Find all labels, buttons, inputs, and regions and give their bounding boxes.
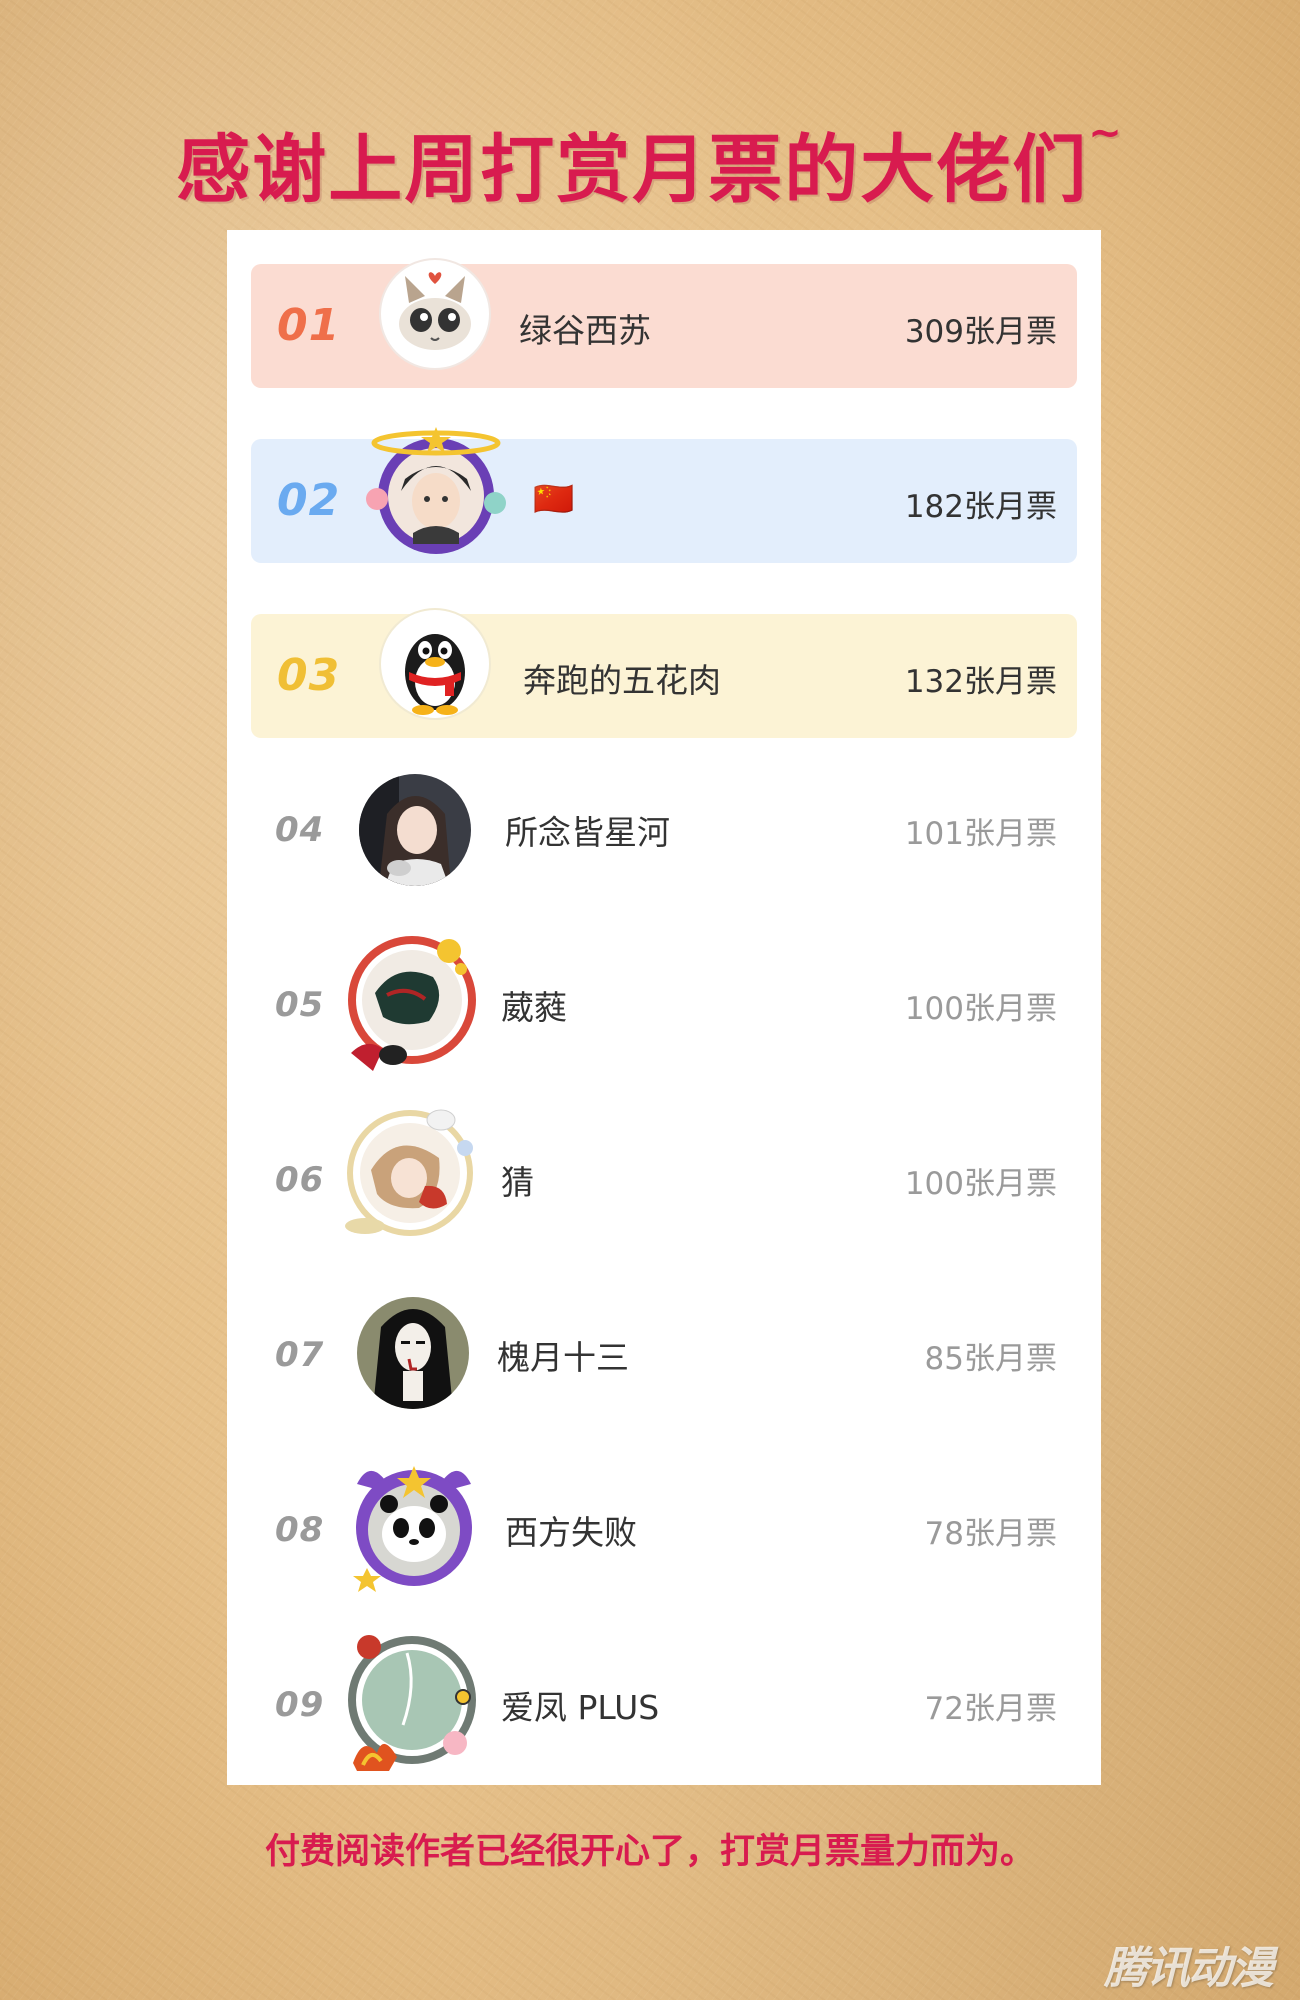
vote-count: 72张月票 [924,1691,1057,1727]
vote-count: 78张月票 [924,1516,1057,1552]
vote-count: 132张月票 [904,664,1057,700]
rank-number: 01 [277,300,341,351]
username: 所念皆星河 [505,813,670,852]
ranking-row-4[interactable]: 04 所念皆星河 101张月票 [251,766,1077,890]
girl-drawing-avatar-icon [357,1297,469,1409]
decorated-avatar-icon [335,1098,485,1248]
username: 槐月十三 [497,1338,629,1377]
vote-count: 85张月票 [924,1341,1057,1377]
ranking-row-5[interactable]: 05 葳蕤 100张月票 [251,936,1077,1071]
ranking-row-8[interactable]: 08 西方失败 78张月票 [251,1466,1077,1592]
rank-number: 09 [275,1685,325,1725]
username: 🇨🇳 [533,479,575,518]
title-text: 感谢上周打赏月票的大佬们 [176,127,1089,213]
username: 奔跑的五花肉 [523,661,721,700]
title-suffix: ~ [1088,110,1124,156]
vote-count: 100张月票 [904,1166,1057,1202]
rank-number: 07 [275,1335,325,1375]
ranking-panel: 01 绿谷西苏 309张月票 02 🇨🇳 182张月票 03 奔跑的五花肉 13… [227,230,1101,1785]
qq-penguin-avatar-icon [379,608,491,720]
ranking-row-1[interactable]: 01 绿谷西苏 309张月票 [251,258,1077,388]
anime-boy-avatar-icon [361,421,511,571]
panda-avatar-icon [339,1450,489,1600]
username: 西方失败 [505,1513,637,1552]
rank-number: 03 [277,650,341,701]
ranking-row-3[interactable]: 03 奔跑的五花肉 132张月票 [251,608,1077,738]
vote-count: 182张月票 [904,489,1057,525]
vote-count: 100张月票 [904,991,1057,1027]
ranking-row-9[interactable]: 09 爱凤 PLUS 72张月票 [251,1635,1077,1771]
cat-avatar-icon [379,258,491,370]
rank-number: 05 [275,985,325,1025]
rank-number: 04 [275,810,325,850]
vote-count: 309张月票 [904,314,1057,350]
username: 爱凤 PLUS [501,1688,660,1727]
ranking-row-7[interactable]: 07 槐月十三 85张月票 [251,1291,1077,1415]
rank-number: 08 [275,1510,325,1550]
rank-number: 02 [277,475,341,526]
username: 绿谷西苏 [519,311,651,350]
page-title: 感谢上周打赏月票的大佬们~ [0,110,1300,217]
footer-note: 付费阅读作者已经很开心了，打赏月票量力而为。 [264,1832,1035,1872]
username: 葳蕤 [501,988,567,1027]
vote-count: 101张月票 [904,816,1057,852]
poster-page: { "title": "感谢上周打赏月票的大佬们", "title_suffix… [0,0,1300,2000]
decorated-avatar-icon [337,925,487,1075]
ranking-row-2[interactable]: 02 🇨🇳 182张月票 [251,427,1077,563]
username: 猜 [501,1163,534,1202]
rank-number: 06 [275,1160,325,1200]
watermark-logo: 腾讯动漫 [1104,1943,1274,1994]
decorated-avatar-icon [337,1625,487,1775]
ranking-row-6[interactable]: 06 猜 100张月票 [251,1109,1077,1240]
girl-photo-avatar-icon [359,774,471,886]
